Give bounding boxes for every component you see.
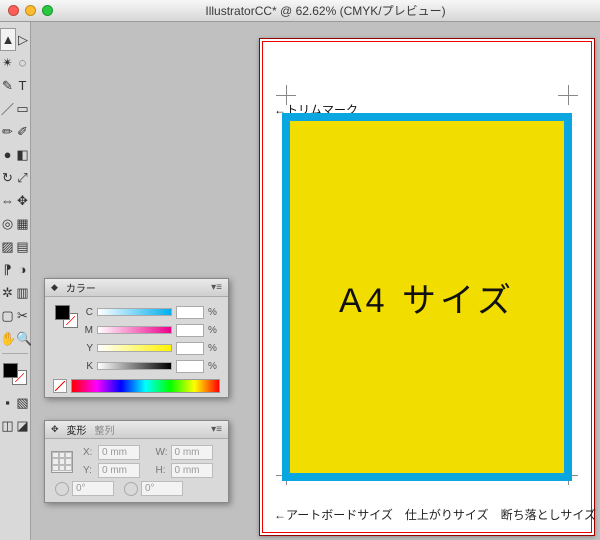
tool-scale[interactable]: ⤢ (15, 166, 30, 189)
color-panel-header[interactable]: ◆ カラー ▾≡ (45, 279, 228, 297)
legend-finish-label: 仕上がりサイズ (405, 506, 489, 523)
tool-shape-builder[interactable]: ◎ (0, 212, 15, 235)
panel-menu-icon[interactable]: ▾≡ (211, 282, 222, 293)
tool-pencil[interactable]: ✐ (15, 120, 30, 143)
tool-gradient[interactable]: ▤ (15, 235, 30, 258)
tool-free-transform[interactable]: ✥ (15, 189, 30, 212)
trim-area: A4 サイズ (290, 121, 564, 473)
fill-swatch[interactable] (3, 363, 18, 378)
tool-type[interactable]: T (15, 74, 30, 97)
y-label: Y (81, 343, 93, 354)
y-field[interactable]: Y:0 mm (83, 463, 150, 478)
tool-rotate[interactable]: ↻ (0, 166, 15, 189)
color-panel-swatches[interactable] (53, 303, 77, 359)
tool-zoom[interactable]: 🔍 (16, 327, 32, 350)
tool-width[interactable]: ⇔ (0, 189, 15, 212)
c-input[interactable] (176, 306, 204, 319)
draw-mode-button[interactable]: ◪ (15, 414, 30, 437)
h-field[interactable]: H:0 mm (156, 463, 223, 478)
tools-panel: ▲▷ ✴◌ ✎T ／▭ ✏✐ ●◧ ↻⤢ ⇔✥ ◎▦ ▨▤ ⁋◑ ✲▥ ▢✂ ✋… (0, 22, 31, 540)
angle-icon (55, 482, 69, 496)
align-tab[interactable]: 整列 (95, 422, 115, 437)
window-title: IllustratorCC* @ 62.62% (CMYK/プレビュー) (59, 2, 592, 19)
tool-direct-select[interactable]: ▷ (16, 28, 30, 51)
m-label: M (81, 325, 93, 336)
tool-artboard[interactable]: ▢ (0, 304, 15, 327)
window-maximize-button[interactable] (42, 5, 53, 16)
tool-symbol-sprayer[interactable]: ✲ (0, 281, 15, 304)
transform-panel-header[interactable]: ✥ 変形 整列 ▾≡ (45, 421, 228, 439)
y-input[interactable] (176, 342, 204, 355)
c-label: C (81, 307, 93, 318)
tool-perspective[interactable]: ▦ (15, 212, 30, 235)
spectrum-strip[interactable] (71, 379, 220, 393)
transform-panel-body: X:0 mm W:0 mm Y:0 mm H:0 mm 0° 0° (45, 439, 228, 502)
transform-panel[interactable]: ✥ 変形 整列 ▾≡ X:0 mm W:0 mm Y:0 mm H:0 mm 0… (44, 420, 229, 503)
fill-swatch-panel[interactable] (55, 305, 70, 320)
screen-mode-button[interactable]: ◫ (0, 414, 15, 437)
legend: ←アートボードサイズ 仕上がりサイズ 断ち落としサイズ (274, 506, 580, 523)
k-label: K (81, 361, 93, 372)
y-slider[interactable] (97, 344, 172, 352)
angle-field[interactable]: 0° (55, 481, 114, 496)
tool-magic-wand[interactable]: ✴ (0, 51, 15, 74)
tool-eyedropper[interactable]: ⁋ (0, 258, 15, 281)
tool-selection[interactable]: ▲ (0, 28, 16, 51)
window-minimize-button[interactable] (25, 5, 36, 16)
tool-rectangle[interactable]: ▭ (15, 97, 30, 120)
artboard[interactable]: ←トリムマーク A4 サイズ ←アートボードサイズ 仕上がりサイズ 断ち落としサ… (259, 38, 595, 536)
color-panel[interactable]: ◆ カラー ▾≡ C % M % Y % K (44, 278, 229, 398)
legend-bleed-label: 断ち落としサイズ (501, 506, 596, 523)
tools-divider (2, 353, 28, 354)
shear-field[interactable]: 0° (124, 481, 183, 496)
panel-menu-icon[interactable]: ▾≡ (211, 424, 222, 435)
tool-lasso[interactable]: ◌ (15, 51, 30, 74)
tool-line[interactable]: ／ (0, 97, 15, 120)
k-pct: % (208, 361, 220, 372)
tool-mesh[interactable]: ▨ (0, 235, 15, 258)
tool-column-graph[interactable]: ▥ (15, 281, 30, 304)
c-slider[interactable] (97, 308, 172, 316)
window-close-button[interactable] (8, 5, 19, 16)
x-field[interactable]: X:0 mm (83, 445, 150, 460)
y-pct: % (208, 343, 220, 354)
tool-pen[interactable]: ✎ (0, 74, 15, 97)
shear-icon (124, 482, 138, 496)
gradient-mode-button[interactable]: ▧ (15, 391, 30, 414)
page-size-label: A4 サイズ (290, 121, 564, 473)
tool-eraser[interactable]: ◧ (15, 143, 30, 166)
fill-stroke-swatches[interactable] (3, 363, 27, 385)
tool-paintbrush[interactable]: ✏ (0, 120, 15, 143)
color-panel-tab[interactable]: カラー (66, 280, 96, 295)
window-title-bar: IllustratorCC* @ 62.62% (CMYK/プレビュー) (0, 0, 600, 22)
bleed-area: A4 サイズ (282, 113, 572, 481)
tool-blob-brush[interactable]: ● (0, 143, 15, 166)
m-input[interactable] (176, 324, 204, 337)
tool-slice[interactable]: ✂ (15, 304, 30, 327)
tool-hand[interactable]: ✋ (0, 327, 16, 350)
none-swatch-icon[interactable] (53, 379, 67, 393)
c-pct: % (208, 307, 220, 318)
color-mode-button[interactable]: ▪ (0, 391, 15, 414)
crop-mark-icon (558, 85, 578, 105)
palette-icon: ◆ (51, 282, 58, 293)
m-pct: % (208, 325, 220, 336)
tool-blend[interactable]: ◑ (15, 258, 30, 281)
legend-artboard-label: ←アートボードサイズ (274, 506, 393, 523)
transform-tab[interactable]: 変形 (67, 422, 87, 437)
transform-icon: ✥ (51, 424, 59, 435)
reference-point-selector[interactable] (51, 451, 73, 473)
k-slider[interactable] (97, 362, 172, 370)
k-input[interactable] (176, 360, 204, 373)
color-panel-body: C % M % Y % K % (45, 297, 228, 397)
m-slider[interactable] (97, 326, 172, 334)
w-field[interactable]: W:0 mm (156, 445, 223, 460)
